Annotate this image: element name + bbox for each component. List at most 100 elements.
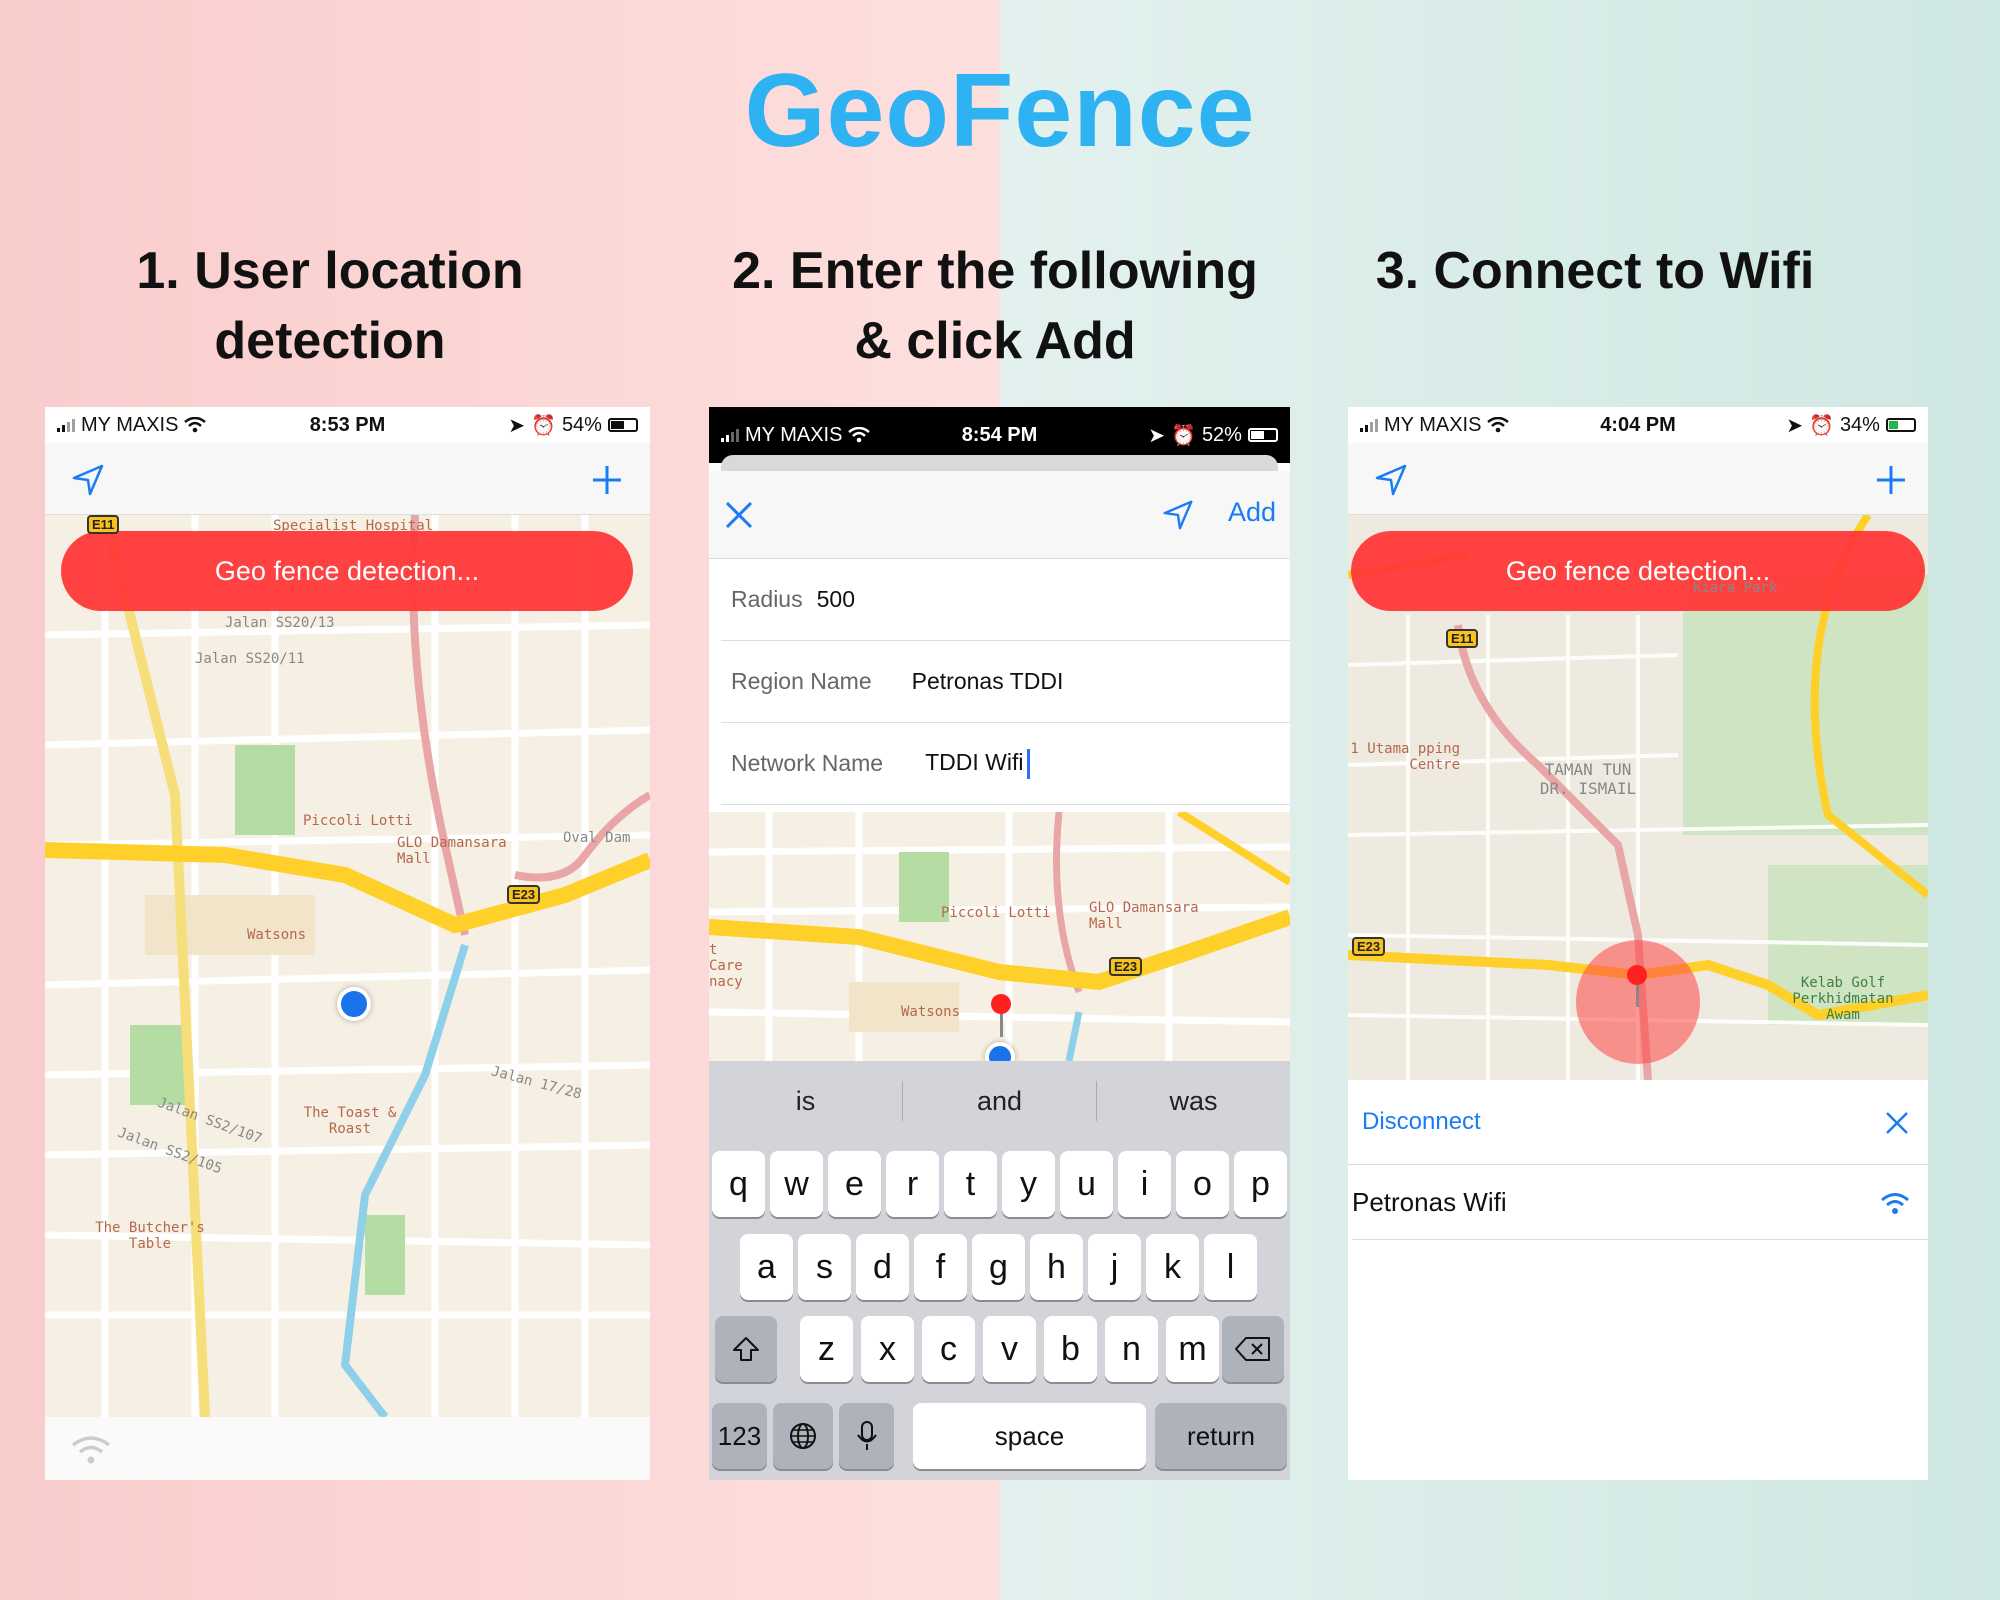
key-y[interactable]: y [1002,1151,1055,1217]
user-location-dot [337,987,371,1021]
nav-bar [45,443,650,515]
wifi-icon [71,1436,111,1464]
map-label-street: Jalan SS20/11 [195,651,305,667]
map-label-street: Jalan SS20/13 [225,615,335,631]
wifi-network-name: Petronas Wifi [1352,1186,1507,1217]
map-label-poi: Kelab Golf Perkhidmatan Awam [1792,975,1894,1023]
location-arrow-icon[interactable] [1372,461,1410,499]
step-2-line2: & click Add [854,312,1136,370]
region-pin [1627,965,1647,985]
signal-icon [721,428,739,442]
microphone-key[interactable] [839,1403,894,1469]
region-name-row[interactable]: Region Name Petronas TDDI [721,641,1290,723]
map-label-poi: Watsons [247,927,307,943]
close-icon[interactable] [723,499,755,531]
key-x[interactable]: x [861,1316,914,1382]
battery-icon [607,418,638,432]
key-d[interactable]: d [856,1234,909,1300]
radius-row[interactable]: Radius 500 [721,559,1290,641]
globe-key[interactable] [773,1403,833,1469]
key-q[interactable]: q [712,1151,765,1217]
alarm-icon: ⏰ [1809,414,1834,437]
radius-field[interactable]: 500 [817,586,855,613]
map-label-poi: 1 Utama pping Centre [1350,741,1460,773]
key-w[interactable]: w [770,1151,823,1217]
map-label-poi: The Butcher's Table [95,1220,205,1252]
network-name-field[interactable]: TDDI Wifi [925,748,1031,779]
map-label-park: Kiara Park [1693,580,1778,596]
battery-charging-icon [1885,418,1916,432]
backspace-icon [1235,1337,1270,1361]
nav-bar [1348,443,1928,515]
map-label-poi: Piccoli Lotti [303,813,413,829]
page-title: GeoFence [744,53,1256,169]
suggestion-bar: is and was [709,1061,1290,1141]
key-i[interactable]: i [1118,1151,1171,1217]
key-s[interactable]: s [798,1234,851,1300]
key-k[interactable]: k [1146,1234,1199,1300]
disconnect-button[interactable]: Disconnect [1362,1108,1481,1136]
key-g[interactable]: g [972,1234,1025,1300]
plus-icon[interactable] [1872,461,1910,499]
key-e[interactable]: e [828,1151,881,1217]
clock: 8:54 PM [961,423,1038,446]
carrier-label: MY MAXIS [1384,413,1482,436]
step-2-line1: 2. Enter the following [732,242,1258,300]
phone-screen-2: MY MAXIS 8:54 PM ➤ ⏰ 52% Add Radius 500 … [709,407,1290,1480]
key-t[interactable]: t [944,1151,997,1217]
location-status-icon: ➤ [508,414,526,437]
key-z[interactable]: z [800,1316,853,1382]
wifi-status-icon [1487,417,1510,433]
step-3-line1: 3. Connect to Wifi [1375,242,1815,300]
wifi-icon [1881,1193,1909,1214]
suggestion-was[interactable]: was [1097,1086,1290,1117]
carrier-label: MY MAXIS [81,413,179,436]
location-arrow-icon[interactable] [69,461,107,499]
map-label-poi: Piccoli Lotti [941,905,1051,921]
wifi-network-row[interactable]: Petronas Wifi [1352,1165,1928,1240]
alarm-icon: ⏰ [531,414,556,437]
key-u[interactable]: u [1060,1151,1113,1217]
key-v[interactable]: v [983,1316,1036,1382]
key-n[interactable]: n [1105,1316,1158,1382]
suggestion-is[interactable]: is [709,1086,902,1117]
key-b[interactable]: b [1044,1316,1097,1382]
battery-percent: 52% [1201,423,1242,446]
return-key[interactable]: return [1155,1403,1287,1469]
key-j[interactable]: j [1088,1234,1141,1300]
key-o[interactable]: o [1176,1151,1229,1217]
close-icon[interactable] [1884,1110,1910,1136]
phone-screen-1: MY MAXIS 8:53 PM ➤ ⏰ 54% Geo fence detec… [45,407,650,1480]
map-view[interactable]: Geo fence detection... Kiara Park E11 1 … [1348,515,1928,1080]
add-button[interactable]: Add [1228,497,1276,528]
region-name-field[interactable]: Petronas TDDI [912,668,1064,695]
status-bar: MY MAXIS 4:04 PM ➤ ⏰ 34% [1348,407,1928,443]
map-view[interactable]: Geo fence detection... Specialist Hospit… [45,515,650,1417]
space-key[interactable]: space [913,1403,1146,1469]
location-arrow-icon[interactable] [1160,497,1196,533]
clock: 4:04 PM [1600,413,1676,436]
carrier-label: MY MAXIS [745,423,843,446]
keyboard: is and was qwertyuiop asdfghjkl zxcvbnm … [709,1061,1290,1480]
plus-icon[interactable] [588,461,626,499]
key-a[interactable]: a [740,1234,793,1300]
signal-icon [57,418,75,432]
key-l[interactable]: l [1204,1234,1257,1300]
key-f[interactable]: f [914,1234,967,1300]
numbers-key[interactable]: 123 [712,1403,767,1469]
location-status-icon: ➤ [1148,424,1166,447]
map-view[interactable]: Piccoli Lotti GLO Damansara Mall Watsons… [709,812,1290,1061]
suggestion-and[interactable]: and [903,1086,1096,1117]
backspace-key[interactable] [1222,1316,1284,1382]
shift-key[interactable] [715,1316,777,1382]
key-p[interactable]: p [1234,1151,1287,1217]
key-r[interactable]: r [886,1151,939,1217]
network-name-row[interactable]: Network Name TDDI Wifi [721,723,1290,805]
key-h[interactable]: h [1030,1234,1083,1300]
phone-screen-3: MY MAXIS 4:04 PM ➤ ⏰ 34% Geo fence detec… [1348,407,1928,1480]
geo-fence-banner: Geo fence detection... [1351,531,1925,611]
step-2-title: 2. Enter the following & click Add [700,236,1290,376]
wifi-status-icon [848,427,871,443]
key-c[interactable]: c [922,1316,975,1382]
key-m[interactable]: m [1166,1316,1219,1382]
